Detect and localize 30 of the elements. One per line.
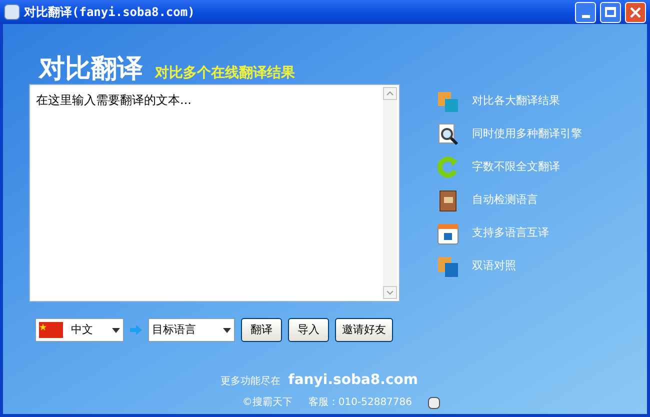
- source-language: 中文: [71, 322, 94, 338]
- support-phone: 客服：010-52887786: [308, 396, 412, 410]
- dropdown-caret-icon: [112, 328, 120, 332]
- copyright-text: ©搜霸天下: [242, 396, 292, 410]
- close-icon: [630, 6, 641, 18]
- app-icon: [4, 4, 20, 20]
- target-language-select[interactable]: 目标语言: [148, 318, 235, 342]
- feature-text: 自动检测语言: [472, 192, 538, 208]
- arrow-icon: [130, 325, 142, 335]
- window-title: 对比翻译(fanyi.soba8.com): [24, 4, 195, 21]
- feature-text: 双语对照: [472, 258, 516, 274]
- feature-text: 字数不限全文翻译: [472, 159, 560, 176]
- dropdown-caret-icon: [223, 328, 231, 332]
- target-language: 目标语言: [152, 322, 197, 338]
- source-language-select[interactable]: 中文: [35, 318, 124, 342]
- china-flag-icon: [39, 322, 63, 338]
- maximize-button[interactable]: [600, 2, 621, 22]
- tagline: 对比多个在线翻译结果: [155, 66, 295, 82]
- feature-text: 同时使用多种翻译引擎: [472, 126, 582, 142]
- action-button[interactable]: 邀请好友: [335, 318, 393, 342]
- minimize-button[interactable]: [575, 2, 596, 22]
- action-button[interactable]: 翻译: [241, 318, 282, 342]
- feature-text: 支持多语言互译: [472, 225, 549, 242]
- magnifier-icon: [436, 122, 460, 146]
- close-button[interactable]: [625, 2, 646, 22]
- footer-text: 更多功能尽在: [220, 374, 280, 389]
- app-logo: 对比翻译: [39, 56, 143, 82]
- feature-text: 对比各大翻译结果: [472, 93, 560, 110]
- refresh-arrow-icon: [436, 156, 460, 180]
- action-button[interactable]: 导入: [288, 318, 329, 342]
